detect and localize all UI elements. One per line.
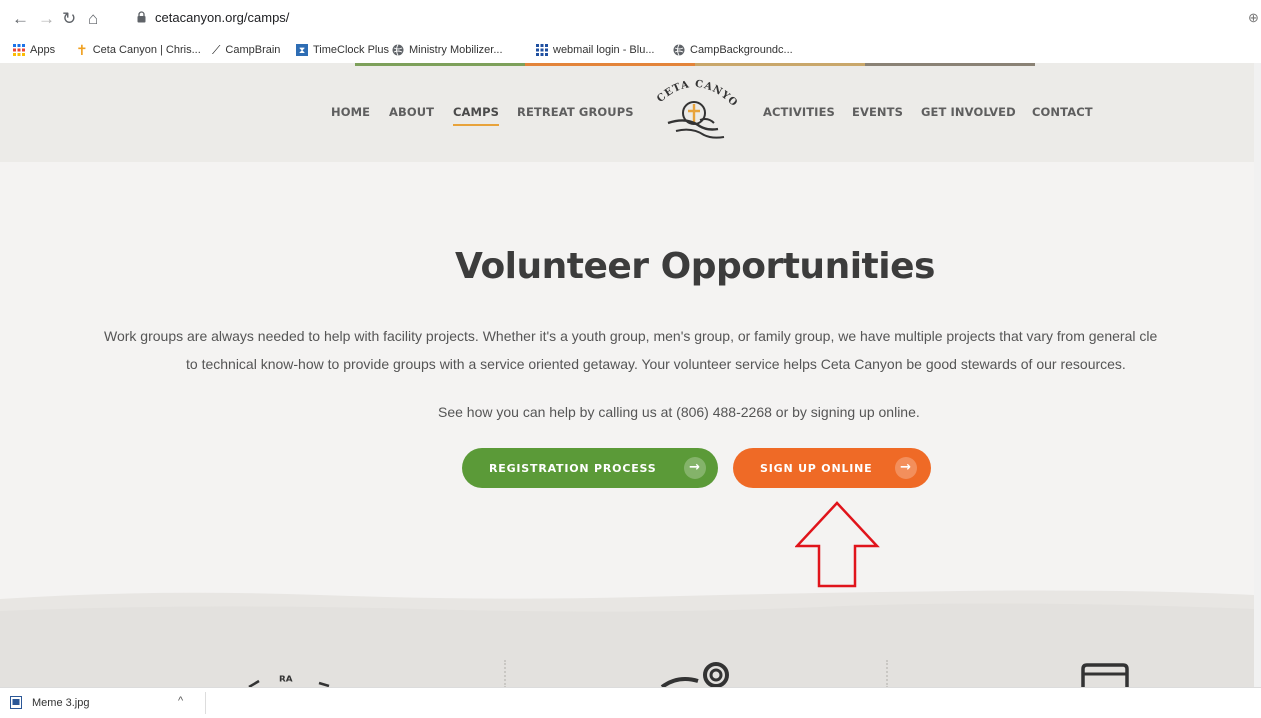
reload-icon[interactable]: ↻: [62, 9, 76, 29]
download-file-name: Meme 3.jpg: [32, 696, 90, 709]
bookmark-label: Apps: [30, 44, 56, 56]
bookmark-ceta-canyon[interactable]: ✝ Ceta Canyon | Chris...: [76, 42, 201, 58]
bookmark-webmail[interactable]: webmail login - Blu...: [536, 44, 655, 56]
bookmark-timeclock[interactable]: ⧗ TimeClock Plus: [296, 44, 389, 56]
nav-contact[interactable]: CONTACT: [1032, 105, 1093, 119]
bookmark-label: TimeClock Plus: [313, 44, 389, 56]
signup-button-label: SIGN UP ONLINE: [760, 462, 873, 475]
description-line-1: Work groups are always needed to help wi…: [104, 328, 1158, 344]
bookmark-label: CampBackgroundc...: [690, 44, 793, 56]
description-line-2: to technical know-how to provide groups …: [186, 356, 1126, 372]
bookmark-campbrain[interactable]: ⟋ CampBrain: [212, 44, 280, 56]
bookmark-label: webmail login - Blu...: [553, 44, 655, 56]
tent-icon: ᴿᴬ: [248, 674, 330, 687]
header-color-strip: [355, 63, 1035, 66]
site-header: HOME ABOUT CAMPS RETREAT GROUPS CETA CAN…: [0, 63, 1254, 162]
page-title: Volunteer Opportunities: [455, 246, 935, 287]
svg-text:ᴿᴬ: ᴿᴬ: [279, 674, 293, 687]
home-icon[interactable]: ⌂: [88, 9, 98, 29]
bookmark-label: Ceta Canyon | Chris...: [92, 44, 201, 56]
nav-camps[interactable]: CAMPS: [453, 105, 499, 119]
arrow-right-icon: →: [684, 457, 706, 479]
clipboard-icon: [1081, 663, 1129, 687]
bookmark-campbackground[interactable]: CampBackgroundc...: [673, 44, 793, 56]
web-page: HOME ABOUT CAMPS RETREAT GROUPS CETA CAN…: [0, 63, 1254, 687]
globe-icon: [673, 44, 685, 56]
section-divider-wave: [0, 590, 1254, 687]
forward-icon[interactable]: →: [38, 9, 55, 29]
download-shelf: Meme 3.jpg ^: [0, 687, 1261, 718]
image-file-icon: [10, 696, 22, 709]
logo-text: CETA CANYON: [648, 73, 739, 109]
cross-icon: ✝: [76, 42, 88, 58]
timeclock-icon: ⧗: [296, 44, 308, 56]
sign-up-online-button[interactable]: SIGN UP ONLINE →: [733, 448, 931, 488]
globe-icon: [392, 44, 404, 56]
ceta-canyon-logo[interactable]: CETA CANYON: [648, 73, 740, 143]
chevron-up-icon[interactable]: ^: [178, 695, 183, 707]
address-bar[interactable]: cetacanyon.org/camps/: [155, 10, 289, 25]
nav-home[interactable]: HOME: [331, 105, 370, 119]
bookmark-apps[interactable]: Apps: [13, 44, 55, 56]
lock-icon: [137, 11, 146, 23]
shelf-divider: [205, 692, 206, 714]
apps-grid-icon: [13, 44, 25, 56]
nav-retreat-groups[interactable]: RETREAT GROUPS: [517, 105, 634, 119]
bookmark-label: Ministry Mobilizer...: [409, 44, 503, 56]
registration-button-label: REGISTRATION PROCESS: [489, 462, 657, 475]
nav-activities[interactable]: ACTIVITIES: [763, 105, 835, 119]
campbrain-icon: ⟋: [212, 43, 221, 57]
arrow-right-icon: →: [895, 457, 917, 479]
registration-process-button[interactable]: REGISTRATION PROCESS →: [462, 448, 718, 488]
bookmark-label: CampBrain: [225, 44, 281, 56]
binoculars-icon: [660, 662, 729, 687]
svg-text:CETA CANYON: CETA CANYON: [648, 73, 740, 109]
nav-active-indicator: [453, 124, 499, 126]
site-info-icon[interactable]: ⊕: [1248, 10, 1259, 26]
red-up-arrow-annotation: [795, 501, 880, 588]
bookmark-ministry-mobilizer[interactable]: Ministry Mobilizer...: [392, 44, 503, 56]
contact-line: See how you can help by calling us at (8…: [438, 404, 920, 420]
back-icon[interactable]: ←: [12, 9, 29, 29]
download-item[interactable]: Meme 3.jpg: [10, 696, 89, 709]
webmail-grid-icon: [536, 44, 548, 56]
column-divider: [886, 660, 888, 687]
browser-toolbar: ← → ↻ ⌂ cetacanyon.org/camps/ ⊕: [0, 0, 1261, 38]
page-scrollbar[interactable]: [1254, 63, 1261, 687]
column-divider: [504, 660, 506, 687]
nav-get-involved[interactable]: GET INVOLVED: [921, 105, 1016, 119]
nav-about[interactable]: ABOUT: [389, 105, 434, 119]
nav-events[interactable]: EVENTS: [852, 105, 903, 119]
bookmarks-bar: Apps ✝ Ceta Canyon | Chris... ⟋ CampBrai…: [0, 38, 1261, 63]
